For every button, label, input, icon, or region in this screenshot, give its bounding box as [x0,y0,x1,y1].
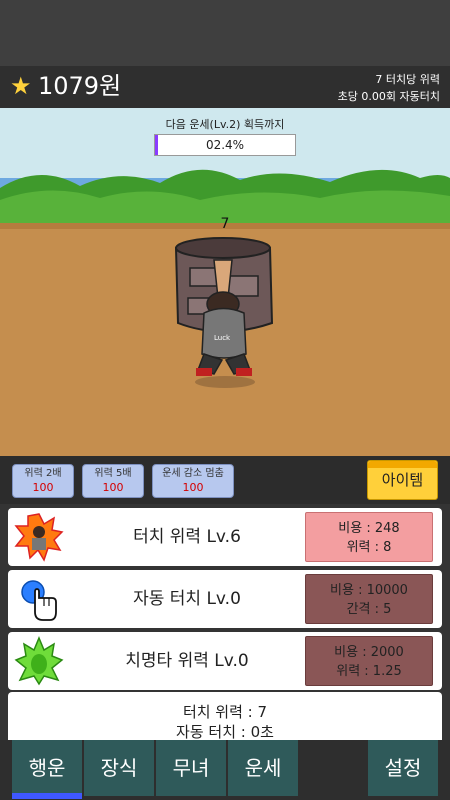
upgrade-buy-button[interactable]: 비용 : 2000 위력 : 1.25 [305,636,433,686]
boost-power-5x-button[interactable]: 위력 5배 100 [82,464,144,498]
tab-settings[interactable]: 설정 [368,740,438,796]
upgrade-buy-button[interactable]: 비용 : 248 위력 : 8 [305,512,433,562]
upgrade-cost: 비용 : 10000 [330,583,408,598]
game-scene[interactable]: 다음 운세(Lv.2) 획득까지 02.4% 7 Luck [0,108,450,456]
star-icon: ★ [10,72,32,100]
upgrade-touch-power: 터치 위력 Lv.6 비용 : 248 위력 : 8 [8,508,442,566]
status-area [0,0,450,66]
boost-price: 100 [182,481,204,494]
tab-decoration[interactable]: 장식 [84,740,154,796]
upgrade-title: 자동 터치 Lv.0 [133,589,241,609]
shirt-text: Luck [214,334,231,342]
boost-label: 위력 5배 [94,468,132,479]
touch-hand-icon [21,580,57,621]
tab-shrine-maiden[interactable]: 무녀 [156,740,226,796]
boost-price: 100 [102,481,124,494]
boost-price: 100 [32,481,54,494]
tab-luck[interactable]: 행운 [12,740,82,799]
upgrade-cost: 비용 : 248 [338,521,400,536]
upgrade-stat: 간격 : 5 [346,602,392,617]
boost-stop-decay-button[interactable]: 운세 감소 멈춤 100 [152,464,234,498]
boost-label: 운세 감소 멈춤 [162,468,224,479]
boost-power-2x-button[interactable]: 위력 2배 100 [12,464,74,498]
stat-touch-power: 터치 위력 : 7 [182,703,268,721]
green-aura-icon [14,636,64,686]
upgrade-auto-touch: 자동 터치 Lv.0 비용 : 10000 간격 : 5 [8,570,442,628]
character-and-target[interactable]: Luck [0,108,450,456]
auto-touch-rate: 초당 0.00회 자동터치 [337,90,440,103]
upgrade-buy-button[interactable]: 비용 : 10000 간격 : 5 [305,574,433,624]
boost-bar: 위력 2배 100 위력 5배 100 운세 감소 멈춤 100 아이템 [0,456,450,504]
upgrade-critical-power: 치명타 위력 Lv.0 비용 : 2000 위력 : 1.25 [8,632,442,690]
bottom-tab-bar: 행운 장식 무녀 운세 설정 [0,740,450,800]
upgrade-cost: 비용 : 2000 [334,645,404,660]
app-root: ★ 1079원 7 터치당 위력 초당 0.00회 자동터치 다음 운세(Lv.… [0,0,450,800]
upgrade-list: 터치 위력 Lv.6 비용 : 248 위력 : 8 자동 터치 Lv.0 비용… [0,504,450,740]
item-button[interactable]: 아이템 [367,460,438,500]
stats-panel: 터치 위력 : 7 자동 터치 : 0초 [8,692,442,740]
stat-auto-touch: 자동 터치 : 0초 [176,723,274,740]
fire-character-icon [14,513,64,562]
per-touch-power: 7 터치당 위력 [375,73,440,86]
upgrade-title: 치명타 위력 Lv.0 [125,651,249,671]
top-bar: ★ 1079원 7 터치당 위력 초당 0.00회 자동터치 [0,66,450,108]
upgrade-title: 터치 위력 Lv.6 [133,527,241,547]
upgrade-stat: 위력 : 8 [346,540,392,555]
tab-fortune[interactable]: 운세 [228,740,298,796]
upgrade-stat: 위력 : 1.25 [336,664,402,679]
money-amount: 1079원 [38,72,122,100]
boost-label: 위력 2배 [24,468,62,479]
